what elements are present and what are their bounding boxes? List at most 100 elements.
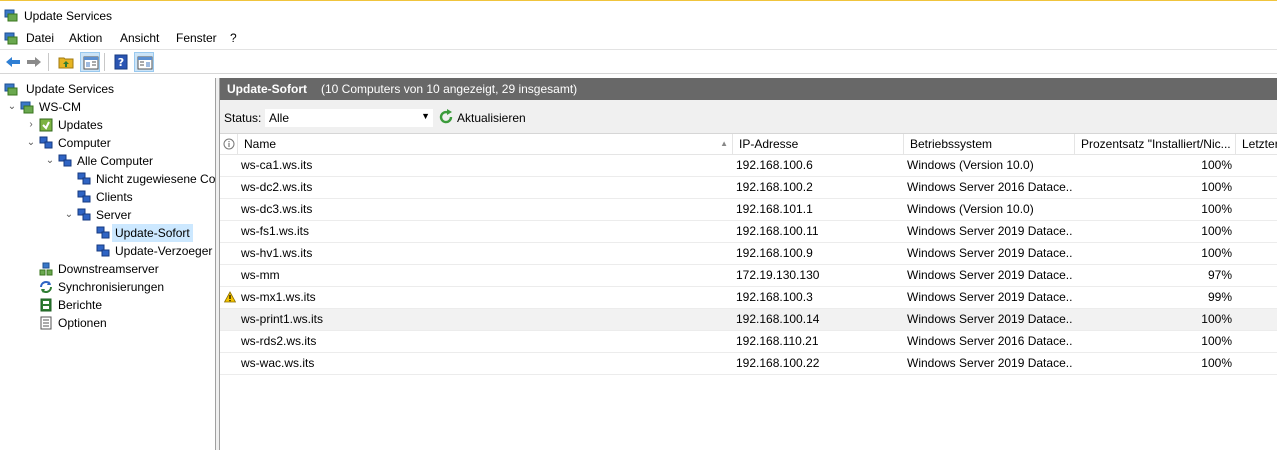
- table-row[interactable]: ws-wac.ws.its 192.168.100.22 Windows Ser…: [220, 353, 1277, 375]
- computers-icon: [96, 226, 110, 239]
- cell-percent: 100%: [1201, 224, 1232, 238]
- table-row[interactable]: ws-print1.ws.its 192.168.100.14 Windows …: [220, 309, 1277, 331]
- column-label: Name: [244, 137, 277, 151]
- page-title: Update-Sofort: [227, 82, 307, 96]
- cell-name: ws-print1.ws.its: [241, 312, 324, 326]
- menu-ansicht[interactable]: Ansicht: [118, 30, 161, 46]
- server-icon: [20, 101, 34, 114]
- cell-os: Windows (Version 10.0): [907, 158, 1034, 172]
- show-hide-tree-icon: [83, 56, 99, 70]
- info-icon: [223, 138, 235, 150]
- details-header: Update-Sofort (10 Computers von 10 angez…: [220, 78, 1277, 100]
- menu-aktion[interactable]: Aktion: [67, 30, 104, 46]
- table-row[interactable]: ws-rds2.ws.its 192.168.110.21 Windows Se…: [220, 331, 1277, 353]
- menu-help[interactable]: ?: [228, 30, 239, 46]
- computers-icon: [96, 244, 110, 257]
- tree-label: Clients: [96, 190, 133, 204]
- computers-icon: [58, 154, 72, 167]
- cell-ip: 192.168.101.1: [736, 202, 813, 216]
- cell-percent: 99%: [1207, 290, 1232, 304]
- tree-label: Computer: [58, 136, 111, 150]
- tree-label: Update-Verzoeger: [115, 244, 213, 258]
- tree-label: Update Services: [26, 82, 115, 96]
- cell-percent: 100%: [1201, 202, 1232, 216]
- cell-ip: 192.168.100.2: [736, 180, 813, 194]
- tree-label: Updates: [58, 118, 103, 132]
- toolbar: ?: [0, 49, 1277, 74]
- tree-label: Optionen: [58, 316, 107, 330]
- column-header-last[interactable]: Letzter: [1236, 134, 1277, 154]
- cell-percent: 100%: [1201, 312, 1232, 326]
- cell-ip: 192.168.100.11: [736, 224, 819, 238]
- chevron-down-icon[interactable]: ⌄: [6, 98, 18, 116]
- column-header-name[interactable]: Name ▲: [238, 134, 733, 154]
- cell-os: Windows Server 2019 Datace...: [907, 312, 1072, 326]
- status-label: Status:: [224, 111, 262, 125]
- dropdown-arrow-icon: ▼: [421, 111, 430, 121]
- back-icon: [6, 57, 20, 67]
- table-row[interactable]: ws-hv1.ws.its 192.168.100.9 Windows Serv…: [220, 243, 1277, 265]
- tree-label: Server: [96, 208, 132, 222]
- app-menu-icon[interactable]: [4, 31, 18, 45]
- updates-icon: [39, 118, 53, 132]
- chevron-down-icon[interactable]: ⌄: [44, 152, 56, 170]
- table-row[interactable]: ws-mm 172.19.130.130 Windows Server 2019…: [220, 265, 1277, 287]
- action-pane-icon: [137, 56, 153, 70]
- forward-icon: [27, 57, 41, 67]
- cell-os: Windows Server 2016 Datace...: [907, 334, 1072, 348]
- tree-label: Nicht zugewiesene Co: [96, 172, 215, 186]
- tree-label: Berichte: [58, 298, 103, 312]
- column-header-percent[interactable]: Prozentsatz "Installiert/Nic...: [1075, 134, 1236, 154]
- table-row[interactable]: ws-fs1.ws.its 192.168.100.11 Windows Ser…: [220, 221, 1277, 243]
- downstream-server-icon: [39, 262, 53, 276]
- cell-ip: 192.168.100.14: [736, 312, 820, 326]
- chevron-right-icon[interactable]: ›: [25, 116, 37, 134]
- options-icon: [40, 316, 52, 330]
- window-title: Update Services: [24, 9, 113, 23]
- column-header-ip[interactable]: IP-Adresse: [733, 134, 904, 154]
- svg-text:?: ?: [118, 56, 124, 69]
- column-header: Name ▲ IP-Adresse Betriebssystem Prozent…: [220, 134, 1277, 155]
- cell-os: Windows (Version 10.0): [907, 202, 1034, 216]
- computers-icon: [77, 172, 91, 185]
- chevron-down-icon[interactable]: ⌄: [25, 134, 37, 152]
- table-row[interactable]: ws-dc2.ws.its 192.168.100.2 Windows Serv…: [220, 177, 1277, 199]
- toolbar-separator: [104, 53, 105, 71]
- cell-ip: 192.168.100.9: [736, 246, 813, 260]
- help-button[interactable]: ?: [111, 52, 131, 72]
- tree-label: Update-Sofort: [112, 224, 193, 242]
- table-row[interactable]: ws-ca1.ws.its 192.168.100.6 Windows (Ver…: [220, 155, 1277, 177]
- cell-name: ws-rds2.ws.its: [241, 334, 317, 348]
- table-row[interactable]: ws-dc3.ws.its 192.168.101.1 Windows (Ver…: [220, 199, 1277, 221]
- cell-os: Windows Server 2019 Datace...: [907, 268, 1072, 282]
- back-button[interactable]: [3, 52, 23, 72]
- reports-icon: [40, 298, 52, 312]
- computer-count: (10 Computers von 10 angezeigt, 29 insge…: [321, 82, 578, 96]
- chevron-down-icon[interactable]: ⌄: [63, 206, 75, 224]
- show-hide-tree-button[interactable]: [80, 52, 100, 72]
- computers-icon: [77, 208, 91, 221]
- refresh-label: Aktualisieren: [457, 111, 526, 125]
- menu-datei[interactable]: Datei: [24, 30, 56, 46]
- filter-bar: Status: Alle ▼ Aktualisieren: [220, 100, 1277, 134]
- status-dropdown[interactable]: Alle ▼: [264, 108, 434, 128]
- cell-percent: 100%: [1201, 334, 1232, 348]
- column-header-os[interactable]: Betriebssystem: [904, 134, 1075, 154]
- details-pane: Update-Sofort (10 Computers von 10 angez…: [220, 78, 1277, 450]
- menu-fenster[interactable]: Fenster: [174, 30, 219, 46]
- action-pane-button[interactable]: [134, 52, 154, 72]
- status-value: Alle: [269, 111, 290, 125]
- cell-name: ws-wac.ws.its: [241, 356, 315, 370]
- update-services-icon: [4, 83, 18, 96]
- cell-name: ws-dc3.ws.its: [241, 202, 313, 216]
- column-header-status[interactable]: [220, 134, 238, 154]
- cell-os: Windows Server 2019 Datace...: [907, 290, 1072, 304]
- forward-button[interactable]: [24, 52, 44, 72]
- computers-icon: [39, 136, 53, 149]
- column-label: Betriebssystem: [910, 137, 993, 151]
- table-row[interactable]: ws-mx1.ws.its 192.168.100.3 Windows Serv…: [220, 287, 1277, 309]
- column-label: IP-Adresse: [739, 137, 799, 151]
- up-button[interactable]: [56, 52, 76, 72]
- folder-up-icon: [58, 57, 74, 69]
- cell-name: ws-hv1.ws.its: [241, 246, 313, 260]
